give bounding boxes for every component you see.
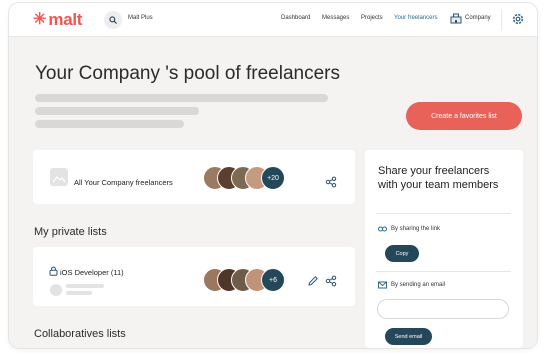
edit-pencil-icon[interactable] [307, 275, 319, 287]
search-icon [109, 16, 117, 24]
description-placeholder-line [35, 94, 328, 102]
owner-placeholder-line [66, 291, 92, 295]
all-freelancers-title: All Your Company freelancers [74, 178, 173, 187]
share-icon[interactable] [325, 275, 337, 287]
share-by-email-row: By sending an email [378, 281, 445, 289]
copy-link-button[interactable]: Copy [385, 245, 419, 262]
send-email-button[interactable]: Send email [385, 328, 432, 345]
owner-avatar-placeholder [50, 284, 62, 296]
freelancer-avatar-stack: +6 [203, 268, 303, 292]
gear-icon[interactable] [511, 12, 525, 26]
lock-icon [49, 266, 58, 276]
freelancer-avatar-stack: +20 [203, 166, 303, 190]
description-placeholder-line [35, 120, 184, 128]
image-placeholder-icon [50, 168, 68, 186]
private-list-title: iOS Developer (11) [60, 268, 124, 277]
create-favorites-list-button[interactable]: Create a favorites list [406, 102, 522, 130]
email-icon [378, 281, 387, 289]
email-input[interactable] [377, 299, 509, 319]
share-panel-title: Share your freelancers with your team me… [378, 165, 499, 191]
nav-divider [501, 9, 502, 31]
share-by-link-row: By sharing the link [378, 226, 440, 232]
nav-projects[interactable]: Projects [361, 15, 383, 21]
share-panel: Share your freelancers with your team me… [365, 150, 523, 348]
divider [376, 213, 511, 214]
share-by-link-label: By sharing the link [391, 226, 441, 232]
top-navigation-bar: ✳ malt Malt Plus Dashboard Messages Proj… [9, 3, 537, 37]
app-window: ✳ malt Malt Plus Dashboard Messages Proj… [9, 3, 537, 348]
private-lists-heading: My private lists [34, 226, 107, 238]
nav-your-freelancers[interactable]: Your freelancers [394, 15, 437, 21]
owner-placeholder-line [66, 284, 104, 288]
share-icon[interactable] [325, 176, 337, 188]
all-freelancers-card[interactable]: All Your Company freelancers +20 [33, 150, 355, 204]
more-freelancers-count: +6 [261, 268, 285, 292]
private-list-card[interactable]: iOS Developer (11) +6 [33, 247, 355, 306]
link-icon [378, 226, 387, 232]
nav-dashboard[interactable]: Dashboard [281, 15, 310, 21]
share-by-email-label: By sending an email [391, 282, 446, 288]
collaboratives-lists-heading: Collaboratives lists [34, 328, 126, 340]
malt-logo[interactable]: ✳ malt [33, 11, 82, 29]
divider [376, 271, 511, 272]
company-building-icon [450, 13, 462, 24]
page-title: Your Company 's pool of freelancers [35, 63, 340, 84]
nav-company[interactable]: Company [465, 15, 491, 21]
malt-plus-link[interactable]: Malt Plus [128, 15, 153, 21]
nav-messages[interactable]: Messages [322, 15, 349, 21]
more-freelancers-count: +20 [261, 166, 285, 190]
logo-text: malt [48, 10, 83, 29]
description-placeholder-line [35, 107, 199, 115]
search-button[interactable] [104, 11, 122, 29]
logo-mark: ✳ [33, 11, 47, 28]
